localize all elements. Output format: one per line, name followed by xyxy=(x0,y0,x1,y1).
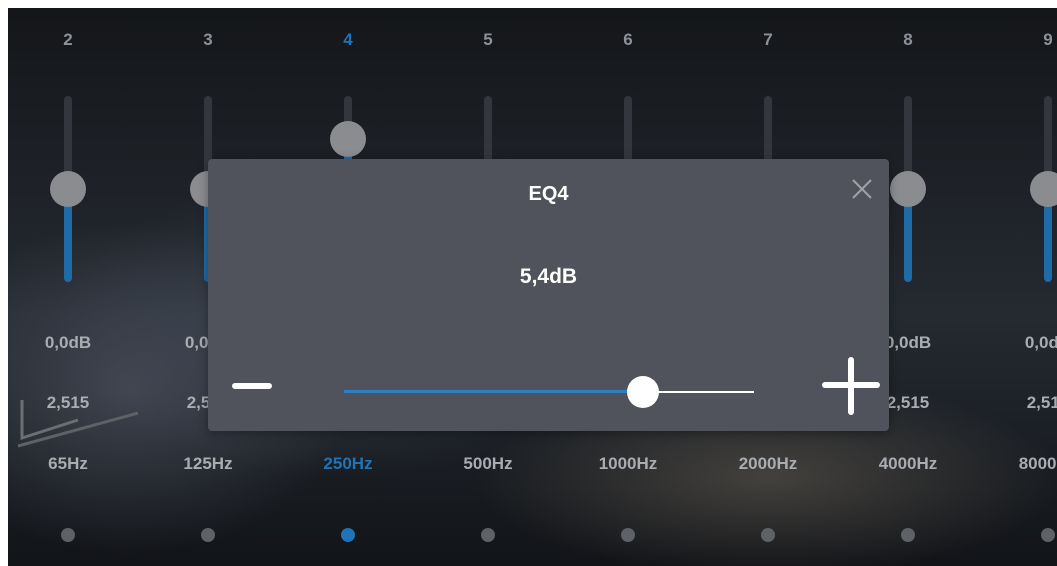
dialog-title: EQ4 xyxy=(528,183,569,205)
band-column[interactable]: 9 0,0dB 2,515 8000Hz xyxy=(988,8,1057,566)
band-selector-dot[interactable] xyxy=(901,528,915,542)
band-number: 5 xyxy=(483,30,493,49)
band-selector-dot[interactable] xyxy=(61,528,75,542)
band-number: 3 xyxy=(203,30,213,49)
slider-thumb[interactable] xyxy=(627,376,659,408)
band-number: 4 xyxy=(343,30,353,49)
band-number: 8 xyxy=(903,30,913,49)
band-edit-dialog: EQ4 5,4dB xyxy=(208,159,889,431)
band-q-factor: 2,515 xyxy=(1026,393,1057,412)
band-frequency: 2000Hz xyxy=(738,454,798,473)
minus-icon xyxy=(232,383,272,389)
band-q-factor: 2,515 xyxy=(46,393,90,412)
band-number: 6 xyxy=(623,30,633,49)
band-gain: 0,0dB xyxy=(44,333,92,352)
band-frequency: 4000Hz xyxy=(878,454,938,473)
band-frequency: 500Hz xyxy=(463,454,513,473)
band-frequency: 1000Hz xyxy=(598,454,658,473)
slider-fill xyxy=(344,390,643,393)
decrease-button[interactable] xyxy=(226,366,278,410)
band-selector-dot[interactable] xyxy=(621,528,635,542)
band-selector-dot[interactable] xyxy=(481,528,495,542)
band-number: 7 xyxy=(763,30,773,49)
increase-button[interactable] xyxy=(820,355,884,419)
band-frequency: 65Hz xyxy=(48,454,88,473)
band-slider-knob[interactable] xyxy=(330,121,366,157)
band-slider-knob[interactable] xyxy=(890,171,926,207)
band-selector-dot[interactable] xyxy=(341,528,355,542)
band-slider-knob[interactable] xyxy=(1030,171,1057,207)
band-frequency: 125Hz xyxy=(183,454,233,473)
band-number: 2 xyxy=(63,30,73,49)
band-frequency: 250Hz xyxy=(323,454,373,473)
band-frequency: 8000Hz xyxy=(1018,454,1057,473)
close-icon xyxy=(852,179,872,199)
close-button[interactable] xyxy=(846,173,878,205)
band-number: 9 xyxy=(1043,30,1053,49)
band-slider-knob[interactable] xyxy=(50,171,86,207)
band-gain: 0,0dB xyxy=(1024,333,1057,352)
band-selector-dot[interactable] xyxy=(1041,528,1055,542)
band-selector-dot[interactable] xyxy=(201,528,215,542)
band-column[interactable]: 2 0,0dB 2,515 65Hz xyxy=(8,8,128,566)
gain-slider[interactable] xyxy=(344,376,754,408)
gain-value: 5,4dB xyxy=(519,265,578,288)
band-selector-dot[interactable] xyxy=(761,528,775,542)
